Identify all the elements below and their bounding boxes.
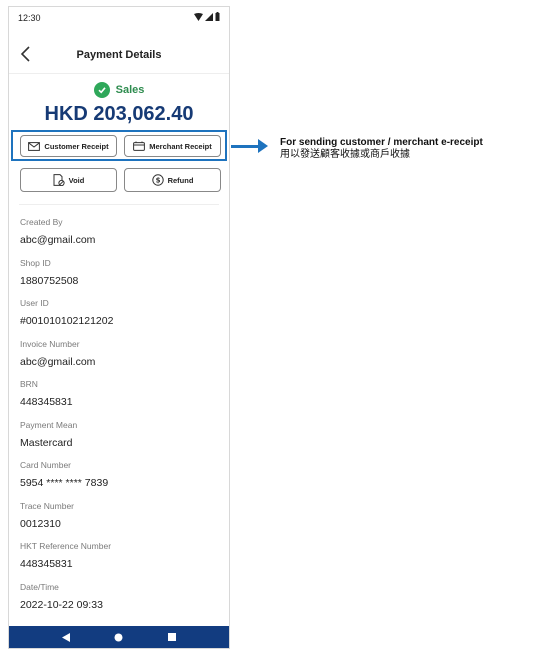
detail-label: HKT Reference Number (20, 541, 112, 551)
refund-coin-icon: $ (151, 174, 164, 186)
detail-value: #001010102121202 (20, 315, 114, 327)
detail-label: Card Number (20, 460, 72, 470)
annotation-chinese: 用以發送顧客收據或商戶收據 (280, 149, 410, 160)
svg-text:$: $ (155, 177, 160, 185)
detail-label: Created By (20, 217, 63, 227)
detail-value: 448345831 (20, 396, 73, 408)
document-void-icon (53, 174, 65, 186)
detail-label: Shop ID (20, 257, 51, 268)
detail-shop-id: Shop ID 1880752508 (20, 258, 220, 299)
detail-label: User ID (20, 298, 49, 308)
transaction-type: Sales (115, 84, 145, 96)
nav-back-icon[interactable] (59, 630, 73, 644)
status-bar: 12:30 (9, 7, 229, 29)
signal-icon (205, 12, 213, 21)
payment-details-list: Created By abc@gmail.com Shop ID 1880752… (20, 217, 220, 622)
detail-value: 2022-10-22 09:33 (20, 598, 103, 611)
phone-screen: 12:30 Payment Details Sales HKD 203,062.… (8, 6, 230, 649)
check-circle-icon (93, 82, 110, 98)
detail-user-id: User ID #001010102121202 (20, 298, 220, 339)
nav-recents-icon[interactable] (165, 630, 179, 644)
void-button[interactable]: Void (20, 168, 117, 192)
wifi-icon (194, 12, 203, 21)
detail-label: Trace Number (20, 500, 75, 511)
detail-created-by: Created By abc@gmail.com (20, 217, 220, 258)
detail-label: BRN (20, 379, 38, 389)
detail-value: 0012310 (20, 517, 61, 530)
nav-home-icon[interactable] (112, 630, 126, 644)
detail-label: Invoice Number (20, 338, 80, 349)
system-nav-bar (9, 626, 229, 648)
detail-brn: BRN 448345831 (20, 379, 220, 420)
app-bar: Payment Details (9, 37, 229, 74)
refund-label: Refund (167, 175, 194, 185)
detail-value: 1880752508 (20, 274, 79, 287)
detail-trace-number: Trace Number 0012310 (20, 501, 220, 542)
page-title: Payment Details (76, 49, 162, 61)
detail-value: abc@gmail.com (20, 234, 96, 246)
transaction-amount: HKD 203,062.40 (44, 103, 194, 125)
battery-icon (215, 12, 220, 21)
detail-label: Date/Time (20, 581, 59, 592)
annotation-arrow-line (231, 145, 259, 148)
detail-card-number: Card Number 5954 **** **** 7839 (20, 460, 220, 501)
detail-invoice-number: Invoice Number abc@gmail.com (20, 339, 220, 380)
annotation-arrow-icon (258, 139, 268, 153)
detail-value: 448345831 (20, 558, 73, 570)
transaction-status: Sales (9, 82, 229, 98)
refund-button[interactable]: $ Refund (124, 168, 221, 192)
section-divider (19, 204, 219, 205)
detail-payment-mean: Payment Mean Mastercard (20, 420, 220, 461)
detail-date-time: Date/Time 2022-10-22 09:33 (20, 582, 220, 623)
detail-value: Mastercard (20, 436, 73, 449)
receipt-buttons-highlight (11, 130, 227, 161)
detail-label: Payment Mean (20, 419, 78, 430)
status-time: 12:30 (18, 13, 41, 23)
void-label: Void (68, 175, 85, 185)
detail-value: abc@gmail.com (20, 355, 96, 368)
status-icons (194, 12, 220, 21)
annotation-callout: For sending customer / merchant e-receip… (280, 137, 543, 161)
detail-hkt-reference-number: HKT Reference Number 448345831 (20, 541, 220, 582)
annotation-english: For sending customer / merchant e-receip… (280, 137, 483, 148)
detail-value: 5954 **** **** 7839 (20, 477, 109, 489)
